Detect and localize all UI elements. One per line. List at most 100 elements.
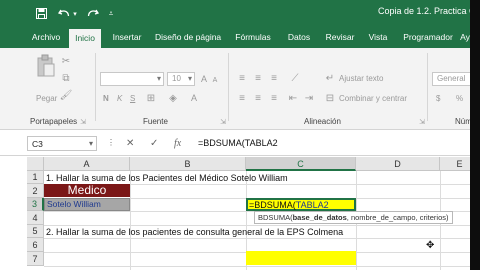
group-label-clipboard: Portapapeles bbox=[30, 117, 78, 126]
row-header-3[interactable]: 3 bbox=[27, 198, 44, 211]
align-top-icon[interactable]: ≡ bbox=[236, 72, 248, 84]
wrap-text-button[interactable]: Ajustar texto bbox=[339, 74, 383, 83]
ribbon-tabs: Archivo Inicio Insertar Diseño de página… bbox=[0, 27, 480, 48]
ribbon-separator bbox=[228, 53, 229, 121]
document-title: Copia de 1.2. Practica Calific bbox=[378, 6, 480, 16]
row-header-4[interactable]: 4 bbox=[27, 211, 44, 225]
merge-center-button[interactable]: Combinar y centrar bbox=[339, 94, 407, 103]
customize-qat-icon[interactable]: ⩡ bbox=[106, 5, 116, 22]
align-middle-icon[interactable]: ≡ bbox=[252, 72, 264, 84]
bold-button[interactable]: N bbox=[103, 94, 109, 103]
tab-diseno-de-pagina[interactable]: Diseño de página bbox=[155, 27, 221, 48]
group-label-alignment: Alineación bbox=[304, 117, 341, 126]
tab-insertar[interactable]: Insertar bbox=[108, 27, 146, 48]
gridline bbox=[44, 238, 480, 239]
clipboard-launcher-icon[interactable]: ⇲ bbox=[79, 118, 87, 126]
italic-button[interactable]: K bbox=[117, 94, 122, 103]
title-bar: ▾ ⩡ Copia de 1.2. Practica Calific bbox=[0, 0, 480, 27]
tab-programador[interactable]: Programador bbox=[402, 27, 454, 48]
gridline bbox=[44, 266, 480, 267]
wrap-text-icon[interactable]: ↵ bbox=[324, 72, 336, 84]
font-launcher-icon[interactable]: ⇲ bbox=[219, 118, 227, 126]
screen-edge-bar bbox=[470, 0, 480, 270]
chevron-down-icon: ▾ bbox=[187, 74, 192, 83]
ribbon-separator bbox=[427, 53, 428, 121]
cell-c7-highlighted[interactable] bbox=[246, 251, 356, 265]
paste-label[interactable]: Pegar bbox=[36, 94, 57, 103]
cell-c3-function: =BDSUMA( bbox=[249, 200, 296, 210]
merge-center-icon[interactable]: ⊟ bbox=[324, 92, 336, 104]
gridline bbox=[130, 171, 131, 270]
tooltip-remaining-arguments: , nombre_de_campo, criterios) bbox=[346, 213, 449, 222]
chevron-down-icon: ▾ bbox=[156, 74, 161, 83]
row-header-2[interactable]: 2 bbox=[27, 184, 44, 198]
row-header-7[interactable]: 7 bbox=[27, 252, 44, 266]
group-label-font: Fuente bbox=[143, 117, 168, 126]
percent-format-button[interactable]: % bbox=[456, 94, 463, 103]
cell-a1[interactable]: 1. Hallar la suma de los Pacientes del M… bbox=[46, 173, 288, 183]
cancel-icon[interactable]: ✕ bbox=[126, 138, 134, 149]
formula-input[interactable]: =BDSUMA(TABLA2 bbox=[198, 138, 278, 148]
select-all-corner[interactable] bbox=[27, 157, 44, 171]
ribbon: Pegar ✂ ⧉ 🖌 Portapapeles ⇲ ▾ 10 ▾ A A N … bbox=[0, 48, 480, 130]
tab-datos[interactable]: Datos bbox=[284, 27, 314, 48]
orientation-icon[interactable]: ⟋ bbox=[287, 72, 303, 84]
align-center-icon[interactable]: ≡ bbox=[252, 92, 264, 104]
tab-inicio[interactable]: Inicio bbox=[69, 29, 101, 48]
copy-icon[interactable]: ⧉ bbox=[60, 72, 72, 84]
undo-icon[interactable] bbox=[57, 5, 71, 22]
cell-c3-formula: =BDSUMA(TABLA2 bbox=[249, 200, 329, 210]
undo-dropdown-icon[interactable]: ▾ bbox=[71, 5, 79, 22]
increase-indent-icon[interactable]: ⇥ bbox=[303, 92, 315, 104]
tooltip-current-argument: base_de_datos bbox=[292, 213, 347, 222]
row-header-5[interactable]: 5 bbox=[27, 225, 44, 238]
font-color-icon[interactable]: A bbox=[188, 92, 200, 104]
function-argument-tooltip[interactable]: BDSUMA(base_de_datos, nombre_de_campo, c… bbox=[254, 211, 453, 224]
cell-c3-active[interactable]: =BDSUMA(TABLA2 bbox=[246, 198, 356, 211]
ribbon-separator bbox=[95, 53, 96, 121]
formula-bar: C3 ▾ ⋮ ✕ ✓ fx =BDSUMA(TABLA2 bbox=[0, 130, 480, 156]
tab-vista[interactable]: Vista bbox=[366, 27, 390, 48]
decrease-indent-icon[interactable]: ⇤ bbox=[287, 92, 299, 104]
currency-format-button[interactable]: $ bbox=[436, 94, 440, 103]
format-painter-icon[interactable]: 🖌 bbox=[60, 89, 73, 101]
cell-a5[interactable]: 2. Hallar la suma de los pacientes de co… bbox=[46, 227, 343, 237]
align-left-icon[interactable]: ≡ bbox=[236, 92, 248, 104]
cell-cursor-icon: ✥ bbox=[426, 240, 435, 251]
underline-button[interactable]: S bbox=[130, 94, 135, 103]
tab-revisar[interactable]: Revisar bbox=[324, 27, 356, 48]
column-header-b[interactable]: B bbox=[130, 157, 246, 171]
enter-icon[interactable]: ✓ bbox=[150, 138, 158, 149]
redo-icon[interactable] bbox=[86, 5, 100, 22]
insert-function-icon[interactable]: fx bbox=[174, 138, 181, 149]
cell-c3-reference: TABLA2 bbox=[295, 200, 329, 210]
save-icon[interactable] bbox=[34, 5, 48, 22]
cell-a2-medico-header[interactable]: Medico bbox=[44, 184, 130, 197]
number-format-value: General bbox=[437, 74, 466, 83]
align-bottom-icon[interactable]: ≡ bbox=[268, 72, 280, 84]
fill-color-icon[interactable]: ◈ bbox=[166, 92, 180, 104]
font-size-combo[interactable]: 10 ▾ bbox=[167, 72, 195, 86]
font-name-combo[interactable]: ▾ bbox=[100, 72, 164, 86]
column-header-c[interactable]: C bbox=[246, 157, 356, 171]
shrink-font-icon[interactable]: A bbox=[210, 74, 220, 86]
tab-archivo[interactable]: Archivo bbox=[28, 27, 64, 48]
name-box[interactable]: C3 ▾ bbox=[27, 136, 97, 151]
gridline bbox=[44, 225, 480, 226]
column-header-d[interactable]: D bbox=[356, 157, 440, 171]
paste-icon[interactable] bbox=[34, 52, 58, 80]
align-right-icon[interactable]: ≡ bbox=[268, 92, 280, 104]
tab-formulas[interactable]: Fórmulas bbox=[233, 27, 273, 48]
chevron-down-icon: ▾ bbox=[88, 139, 93, 148]
row-header-6[interactable]: 6 bbox=[27, 238, 44, 252]
grow-font-icon[interactable]: A bbox=[199, 72, 209, 86]
cut-icon[interactable]: ✂ bbox=[60, 55, 72, 67]
font-size-value: 10 bbox=[172, 74, 181, 83]
column-header-a[interactable]: A bbox=[44, 157, 130, 171]
formula-bar-options-icon[interactable]: ⋮ bbox=[107, 138, 115, 147]
alignment-launcher-icon[interactable]: ⇲ bbox=[418, 118, 426, 126]
row-header-1[interactable]: 1 bbox=[27, 171, 44, 184]
cell-a3[interactable]: Sotelo William bbox=[44, 198, 130, 211]
borders-icon[interactable]: ⊞ bbox=[144, 92, 158, 104]
name-box-value: C3 bbox=[32, 139, 43, 149]
